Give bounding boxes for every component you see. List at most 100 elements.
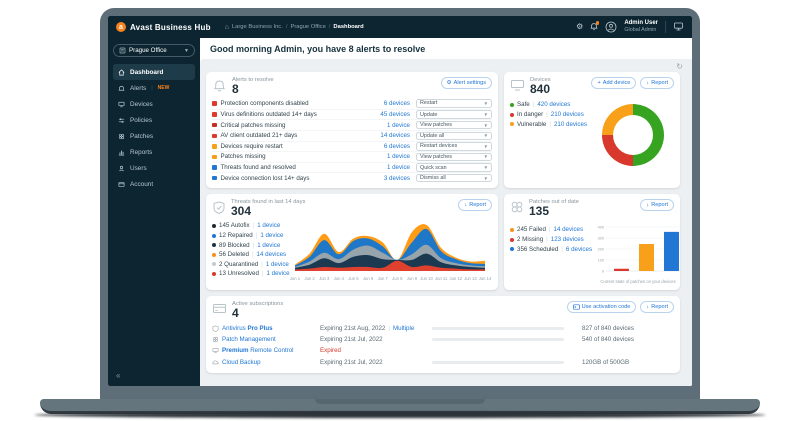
devices-link[interactable]: 1 device [253, 232, 284, 239]
greeting-banner: Good morning Admin, you have 8 alerts to… [200, 38, 692, 59]
report-button[interactable]: ↓Report [640, 199, 674, 211]
bell-icon [212, 78, 227, 93]
devices-card: Devices 840 +Add device ↓Report [504, 72, 680, 188]
legend-item: Safe420 devices [510, 100, 587, 110]
monitor-icon [212, 347, 222, 354]
device-console-icon[interactable] [673, 21, 684, 32]
devices-link[interactable]: 1 device [362, 122, 410, 129]
action-select[interactable]: Quick scan▼ [416, 163, 492, 171]
alert-row: AV client outdated 21+ days14 devicesUpd… [212, 130, 492, 141]
user-avatar[interactable] [605, 21, 617, 33]
alerts-card: Alerts to resolve 8 ⚙ Alert settings [206, 72, 498, 188]
devices-link[interactable]: 45 devices [362, 111, 410, 118]
sidebar-item-patches[interactable]: Patches [113, 128, 195, 144]
devices-link[interactable]: 210 devices [543, 111, 584, 118]
alerts-count: 8 [232, 83, 274, 96]
legend-item: 13 Unresolved1 device [212, 269, 288, 279]
action-select[interactable]: View patches▼ [416, 121, 492, 129]
devices-link[interactable]: 210 devices [546, 121, 587, 128]
svg-text:Jun 13: Jun 13 [464, 276, 477, 281]
svg-text:Jun 7: Jun 7 [378, 276, 389, 281]
usage-progress-bar [432, 338, 564, 341]
chevron-down-icon: ▼ [483, 101, 488, 106]
devices-link[interactable]: 3 devices [362, 175, 410, 182]
multiple-link[interactable]: Multiple [385, 325, 414, 332]
subscription-usage: 540 of 840 devices [572, 336, 674, 343]
subscription-name[interactable]: Premium Remote Control [222, 347, 320, 354]
patches-card: Patches out of date 135 ↓Report [504, 194, 680, 290]
add-device-button[interactable]: +Add device [591, 77, 636, 89]
report-button[interactable]: ↓Report [640, 301, 674, 313]
sidebar-item-account[interactable]: Account [113, 176, 195, 192]
devices-link[interactable]: 420 devices [530, 101, 571, 108]
severity-icon [212, 155, 217, 160]
action-select[interactable]: View patches▼ [416, 153, 492, 161]
alert-row: Patches missing1 deviceView patches▼ [212, 151, 492, 162]
action-select[interactable]: Update▼ [416, 110, 492, 118]
sidebar-item-label: Reports [130, 149, 152, 156]
use-activation-code-button[interactable]: Use activation code [567, 301, 637, 313]
devices-link[interactable]: 6 devices [362, 143, 410, 150]
sidebar-collapse-button[interactable]: « [113, 371, 195, 382]
sidebar-item-devices[interactable]: Devices [113, 96, 195, 112]
action-select[interactable]: Restart devices▼ [416, 142, 492, 150]
subscription-usage: 827 of 840 devices [572, 325, 674, 332]
severity-icon [212, 144, 217, 149]
notifications-bell-icon[interactable] [590, 22, 598, 31]
svg-text:Jun 1: Jun 1 [290, 276, 301, 281]
bell-icon [118, 85, 125, 92]
subscription-row: Patch Management Expiring 21st Jul, 2022… [212, 334, 674, 345]
subscription-usage: 120GB of 500GB [572, 359, 674, 366]
devices-link[interactable]: 1 device [362, 153, 410, 160]
devices-link[interactable]: 1 device [258, 261, 289, 268]
svg-text:Jun 5: Jun 5 [348, 276, 359, 281]
breadcrumb-mid[interactable]: Prague Office [290, 24, 325, 30]
sidebar-item-alerts[interactable]: Alerts | NEW [113, 80, 195, 96]
alert-row: Virus definitions outdated 14+ days45 de… [212, 109, 492, 120]
subscription-name[interactable]: Cloud Backup [222, 359, 320, 366]
sidebar-item-policies[interactable]: Policies [113, 112, 195, 128]
devices-link[interactable]: 1 device [259, 270, 290, 277]
legend-item: 89 Blocked1 device [212, 240, 288, 250]
devices-link[interactable]: 14 devices [362, 132, 410, 139]
subscription-name[interactable]: Antivirus Pro Plus [222, 325, 320, 332]
devices-link[interactable]: 14 devices [249, 251, 286, 258]
subscription-name[interactable]: Patch Management [222, 336, 320, 343]
chevron-down-icon: ▼ [483, 133, 488, 138]
devices-link[interactable]: 1 device [250, 242, 281, 249]
avast-logo-icon: a [116, 22, 126, 32]
bar-chart-caption: Current state of patches on your devices [592, 279, 680, 284]
subscription-row: Antivirus Pro Plus Expiring 21st Aug, 20… [212, 322, 674, 333]
severity-icon [212, 101, 217, 106]
legend-item: 356 Scheduled6 devices [510, 244, 592, 254]
usage-progress-bar [432, 327, 564, 330]
devices-link[interactable]: 6 devices [362, 100, 410, 107]
site-selector[interactable]: Prague Office ▼ [113, 44, 195, 57]
action-select[interactable]: Dismiss all▼ [416, 174, 492, 182]
sidebar-item-label: Users [130, 165, 147, 172]
svg-text:Jun 4: Jun 4 [334, 276, 345, 281]
devices-link[interactable]: 1 device [250, 222, 281, 229]
user-menu[interactable]: Admin User Global Admin [624, 20, 658, 34]
settings-gear-icon[interactable]: ⚙ [576, 23, 583, 31]
sidebar-item-users[interactable]: Users [113, 160, 195, 176]
devices-link[interactable]: 6 devices [558, 246, 592, 253]
devices-link[interactable]: 1 device [362, 164, 410, 171]
severity-icon [212, 112, 217, 117]
report-button[interactable]: ↓Report [640, 77, 674, 89]
sidebar-item-dashboard[interactable]: Dashboard [113, 64, 195, 80]
download-icon: ↓ [464, 202, 467, 208]
devices-link[interactable]: 123 devices [543, 236, 584, 243]
alert-settings-button[interactable]: ⚙ Alert settings [441, 77, 492, 89]
refresh-icon[interactable]: ↻ [676, 63, 683, 71]
devices-link[interactable]: 14 devices [546, 226, 583, 233]
report-button[interactable]: ↓Report [458, 199, 492, 211]
sidebar-item-reports[interactable]: Reports [113, 144, 195, 160]
action-select[interactable]: Update all▼ [416, 132, 492, 140]
legend-item: In danger210 devices [510, 110, 587, 120]
action-select[interactable]: Restart▼ [416, 99, 492, 107]
devices-donut-chart [602, 104, 664, 166]
shield-check-icon [212, 200, 226, 215]
breadcrumb-root[interactable]: Large Business Inc. [232, 24, 283, 30]
legend-item: 2 Missing123 devices [510, 235, 592, 245]
